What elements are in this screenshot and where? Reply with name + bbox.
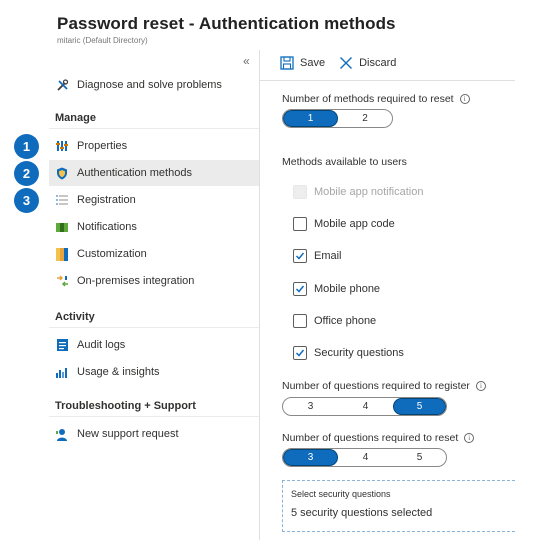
questions-register-option-5[interactable]: 5 <box>393 398 446 415</box>
sidebar-item-customization[interactable]: Customization <box>49 241 260 267</box>
audit-log-icon <box>55 338 69 352</box>
select-security-questions-field[interactable]: Select security questions 5 security que… <box>282 480 515 532</box>
sidebar-item-label: New support request <box>77 428 179 440</box>
questions-register-option-3[interactable]: 3 <box>283 398 338 415</box>
methods-required-selector: 1 2 <box>282 109 393 128</box>
questions-reset-label: Number of questions required to reset i <box>282 432 475 444</box>
sidebar-item-label: Usage & insights <box>77 366 160 378</box>
page-title: Password reset - Authentication methods <box>57 14 396 33</box>
save-icon <box>280 56 294 70</box>
methods-required-label-text: Number of methods required to reset <box>282 93 454 105</box>
step-badge-2: 2 <box>14 161 39 186</box>
questions-register-label: Number of questions required to register… <box>282 380 486 392</box>
insights-chart-icon <box>55 365 69 379</box>
sidebar-item-label: Authentication methods <box>77 167 192 179</box>
sidebar-item-label: Customization <box>77 248 147 260</box>
notification-icon <box>55 220 69 234</box>
sidebar-item-audit-logs[interactable]: Audit logs <box>49 332 260 358</box>
checkbox <box>293 185 307 199</box>
sidebar-item-usage-insights[interactable]: Usage & insights <box>49 359 260 385</box>
questions-reset-option-3[interactable]: 3 <box>283 449 338 466</box>
checkbox[interactable] <box>293 314 307 328</box>
methods-required-option-1[interactable]: 1 <box>283 110 338 127</box>
sidebar-item-label: Registration <box>77 194 136 206</box>
info-icon[interactable]: i <box>464 433 475 443</box>
security-questions-value: 5 security questions selected <box>291 507 433 519</box>
sidebar: Diagnose and solve problems Manage Prope… <box>49 50 260 540</box>
sidebar-item-label: On-premises integration <box>77 275 195 287</box>
method-mobile-app-code[interactable]: Mobile app code <box>293 217 395 231</box>
divider <box>49 128 260 129</box>
collapse-sidebar-button[interactable]: « <box>243 54 250 68</box>
checkbox-label: Mobile phone <box>314 283 381 295</box>
checkbox-label: Security questions <box>314 347 404 359</box>
sidebar-item-on-premises-integration[interactable]: On-premises integration <box>49 268 260 294</box>
questions-register-label-text: Number of questions required to register <box>282 380 470 392</box>
checkmark-icon <box>295 349 305 357</box>
checkbox-checked[interactable] <box>293 346 307 360</box>
questions-reset-option-5[interactable]: 5 <box>393 449 446 466</box>
wrench-icon <box>55 78 69 92</box>
discard-button[interactable]: Discard <box>339 56 396 70</box>
sidebar-item-label: Properties <box>77 140 128 152</box>
method-mobile-phone[interactable]: Mobile phone <box>293 282 380 296</box>
checkbox-checked[interactable] <box>293 249 307 263</box>
sidebar-item-label: Diagnose and solve problems <box>77 79 222 91</box>
info-icon[interactable]: i <box>475 381 486 391</box>
questions-register-option-4[interactable]: 4 <box>338 398 393 415</box>
sidebar-divider <box>259 50 260 540</box>
methods-required-option-2[interactable]: 2 <box>338 110 392 127</box>
checkbox-label: Email <box>314 250 342 262</box>
page-header: Password reset - Authentication methods … <box>57 14 527 45</box>
checkbox-label: Office phone <box>314 315 377 327</box>
sidebar-item-notifications[interactable]: Notifications <box>49 214 260 240</box>
command-bar: Save Discard <box>280 56 410 70</box>
checkbox-label: Mobile app code <box>314 218 395 230</box>
discard-label: Discard <box>359 57 397 69</box>
sidebar-item-label: Audit logs <box>77 339 126 351</box>
save-label: Save <box>300 57 326 69</box>
questions-register-selector: 3 4 5 <box>282 397 447 416</box>
sidebar-item-label: Notifications <box>77 221 137 233</box>
select-security-questions-label: Select security questions <box>291 489 391 499</box>
divider <box>49 327 260 328</box>
sidebar-item-diagnose[interactable]: Diagnose and solve problems <box>49 72 260 98</box>
questions-reset-selector: 3 4 5 <box>282 448 447 467</box>
checkbox-checked[interactable] <box>293 282 307 296</box>
support-person-icon <box>55 427 69 441</box>
customization-icon <box>55 247 69 261</box>
step-badge-1: 1 <box>14 134 39 159</box>
sidebar-item-new-support-request[interactable]: New support request <box>49 421 260 447</box>
step-badge-3: 3 <box>14 188 39 213</box>
info-icon[interactable]: i <box>459 94 470 104</box>
close-icon <box>340 57 353 69</box>
questions-reset-label-text: Number of questions required to reset <box>282 432 459 444</box>
checkbox[interactable] <box>293 217 307 231</box>
integration-icon <box>55 274 69 288</box>
section-manage: Manage <box>55 112 96 124</box>
questions-reset-option-4[interactable]: 4 <box>338 449 393 466</box>
section-support: Troubleshooting + Support <box>55 400 196 412</box>
sidebar-item-properties[interactable]: Properties <box>49 133 260 159</box>
save-button[interactable]: Save <box>280 56 325 70</box>
divider <box>49 416 260 417</box>
toolbar-divider <box>260 80 515 81</box>
method-office-phone[interactable]: Office phone <box>293 314 376 328</box>
checkmark-icon <box>295 285 305 293</box>
sidebar-item-authentication-methods[interactable]: Authentication methods <box>49 160 260 186</box>
page-subtitle: mitaric (Default Directory) <box>57 36 148 45</box>
method-email[interactable]: Email <box>293 249 342 263</box>
methods-available-label: Methods available to users <box>282 156 407 168</box>
checkmark-icon <box>295 252 305 260</box>
checkbox-label: Mobile app notification <box>314 186 424 198</box>
sidebar-item-registration[interactable]: Registration <box>49 187 260 213</box>
methods-required-label: Number of methods required to reset i <box>282 93 470 105</box>
list-icon <box>55 193 69 207</box>
method-mobile-app-notification: Mobile app notification <box>293 185 423 199</box>
shield-icon <box>55 166 69 180</box>
properties-icon <box>55 139 69 153</box>
section-activity: Activity <box>55 311 95 323</box>
method-security-questions[interactable]: Security questions <box>293 346 404 360</box>
